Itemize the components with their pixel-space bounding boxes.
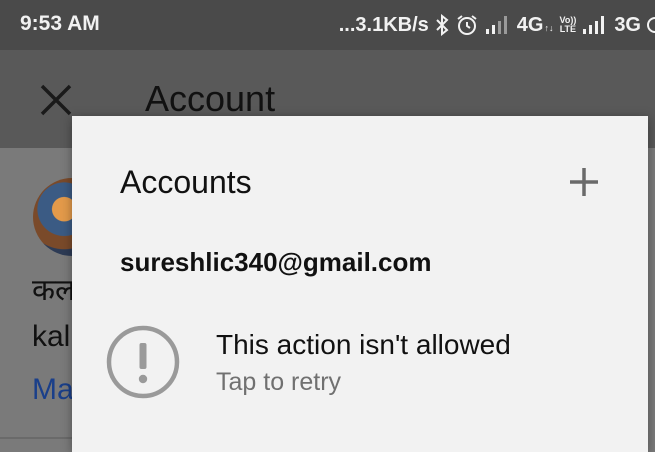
network-speed: ...3.1KB/s [338, 13, 429, 36]
signal-icon [582, 15, 608, 35]
status-bar: 9:53 AM ...3.1KB/s 4G↑↓ Vo)) LTE 3G [0, 0, 655, 50]
dialog-title: Accounts [120, 164, 252, 200]
partial-status-icon [647, 15, 655, 35]
alarm-icon [455, 13, 479, 37]
bluetooth-icon [435, 14, 449, 36]
background-text-hindi: कल [32, 274, 76, 307]
background-link: Ma [32, 373, 74, 406]
volte-badge: Vo)) LTE [559, 15, 577, 34]
status-icons: ...3.1KB/s 4G↑↓ Vo)) LTE 3G [339, 10, 655, 40]
background-text-name: kal [32, 320, 71, 353]
add-account-button[interactable] [566, 164, 602, 200]
close-button[interactable] [36, 80, 76, 120]
divider [0, 437, 72, 439]
close-icon [40, 84, 72, 116]
network-type-1: 4G↑↓ [516, 13, 554, 36]
plus-icon [570, 168, 598, 196]
signal-icon [485, 15, 511, 35]
error-icon[interactable] [106, 325, 180, 399]
account-email[interactable]: sureshlic340@gmail.com [120, 247, 432, 278]
accounts-dialog: Accounts sureshlic340@gmail.com This act… [72, 116, 648, 452]
page-title: Account [145, 78, 276, 119]
status-time: 9:53 AM [20, 12, 100, 35]
retry-prompt[interactable]: Tap to retry [216, 368, 341, 397]
network-type-2: 3G [614, 13, 641, 36]
error-message[interactable]: This action isn't allowed [216, 329, 511, 361]
